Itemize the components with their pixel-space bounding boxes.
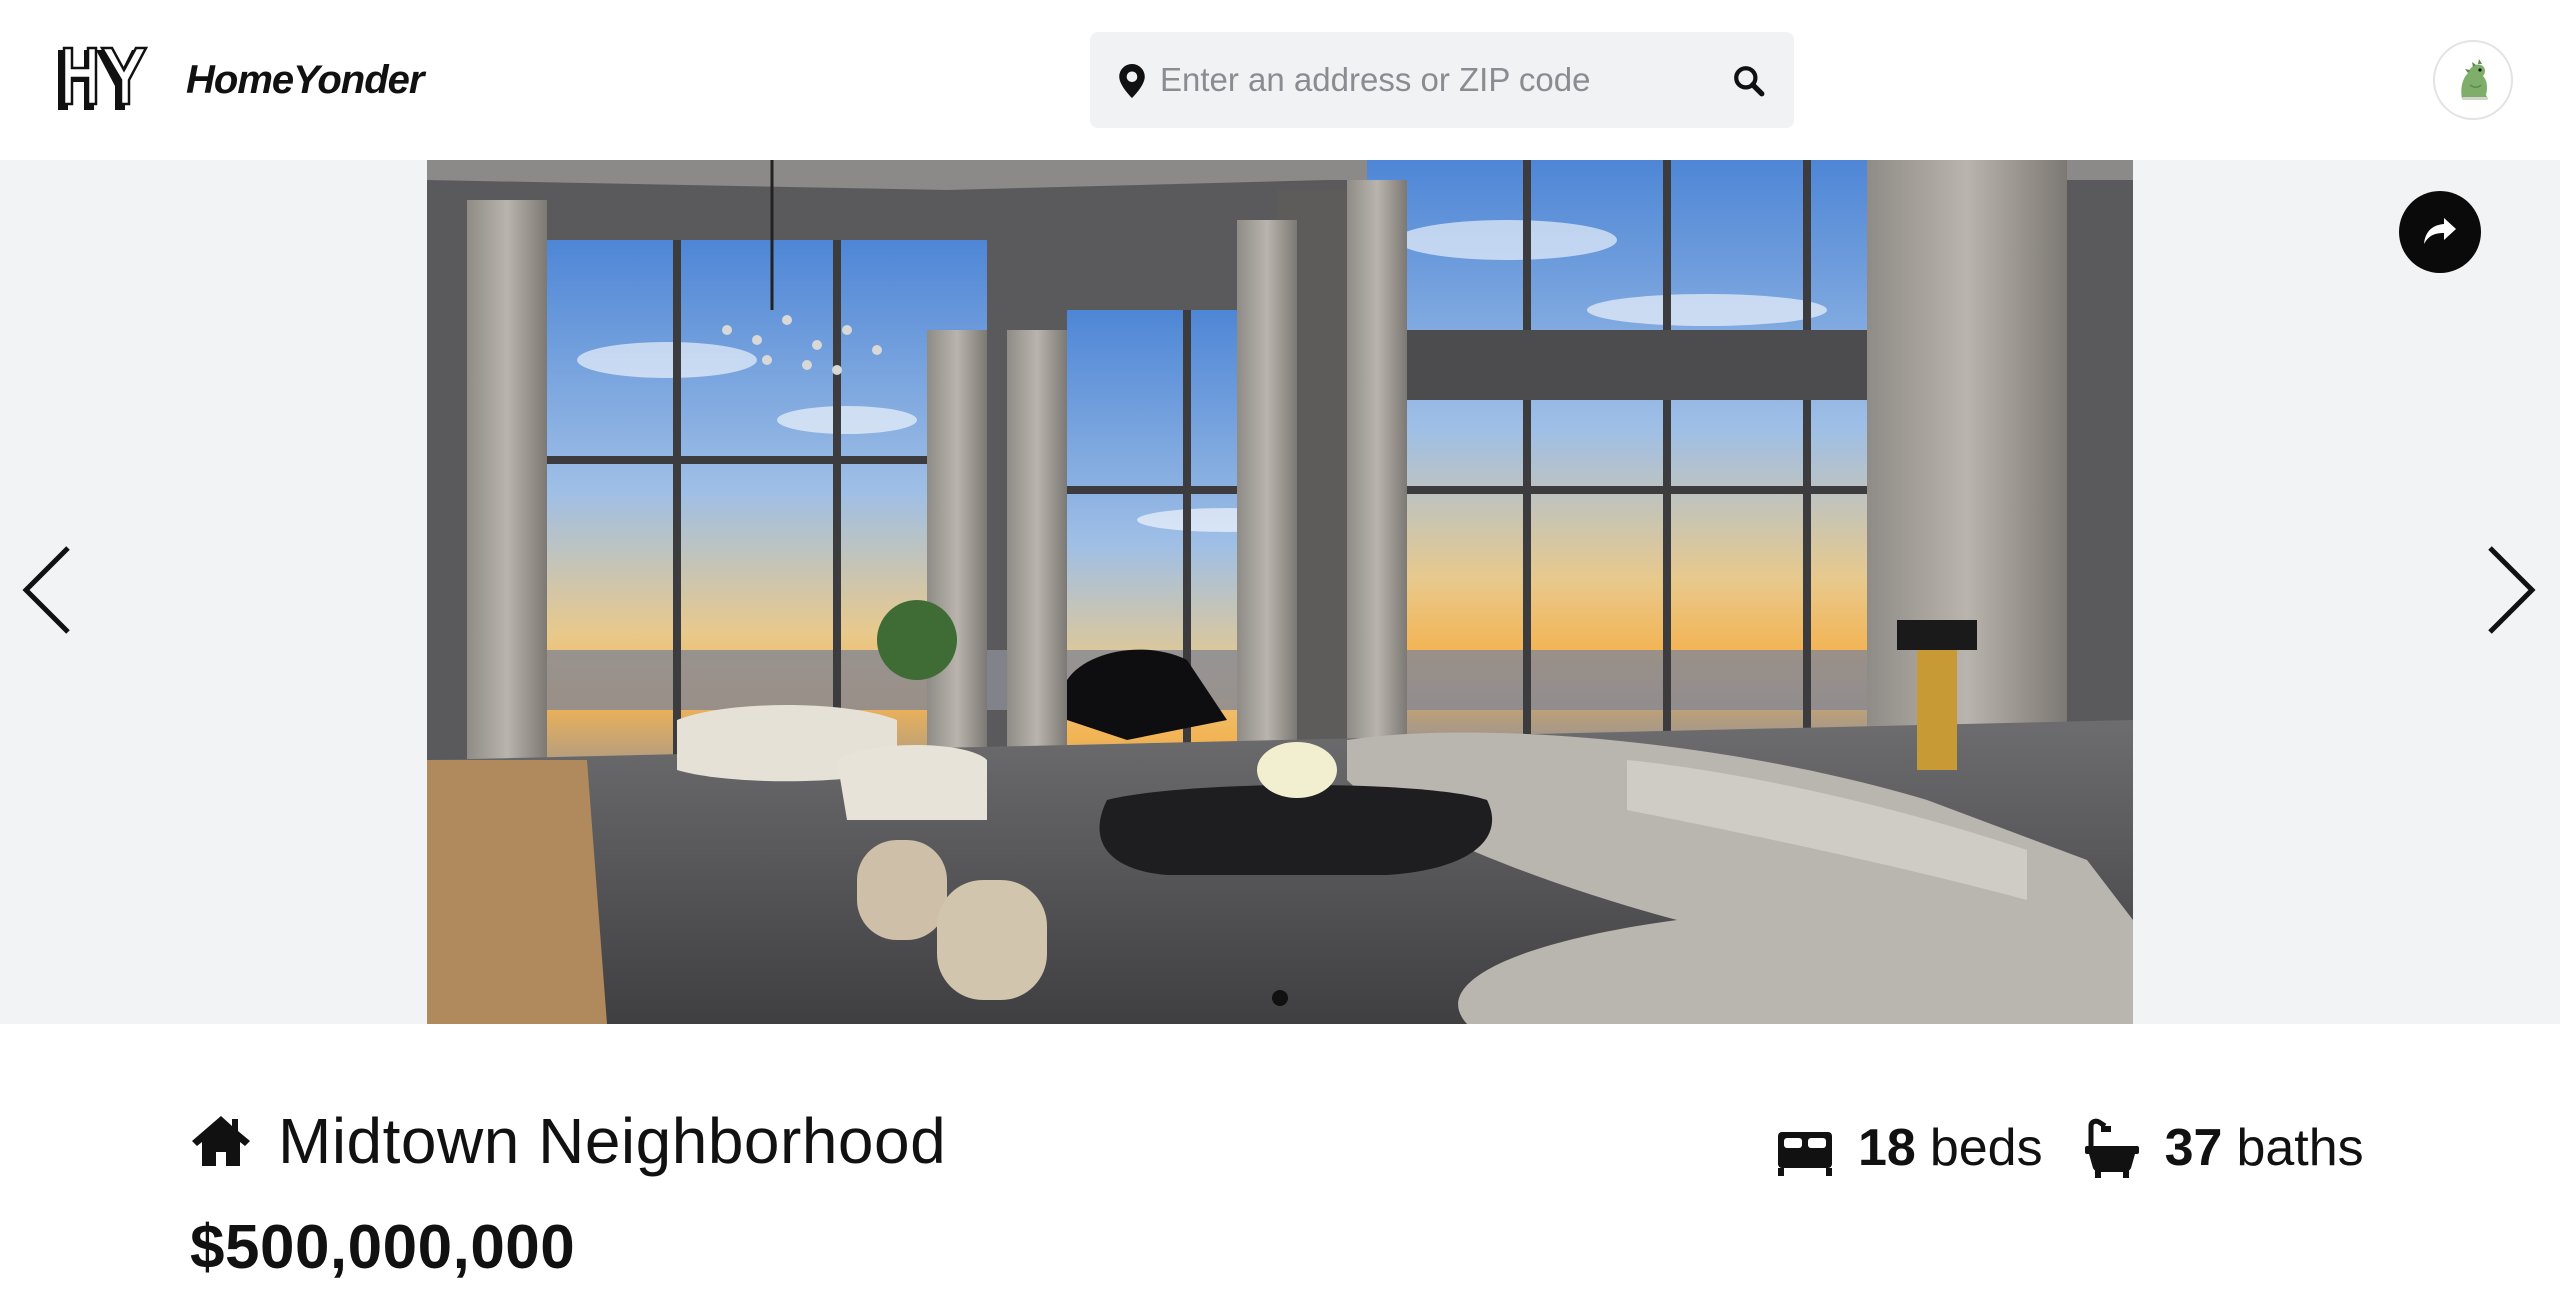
- chevron-left-icon: [22, 546, 70, 634]
- address-search-input[interactable]: [1160, 52, 1720, 108]
- photo-gallery: [0, 160, 2560, 1024]
- listing-photo[interactable]: [427, 160, 2133, 1024]
- listing-title-row: Midtown Neighborhood: [190, 1104, 946, 1178]
- listing-price: $500,000,000: [190, 1213, 576, 1282]
- search-button[interactable]: [1726, 58, 1772, 104]
- penthouse-living-room-image: [427, 160, 2133, 1024]
- logo-text: HomeYonder: [186, 57, 424, 102]
- beds-label: beds: [1929, 1119, 2043, 1177]
- top-navbar: HomeYonder: [0, 0, 2560, 160]
- next-photo-button[interactable]: [2482, 540, 2542, 640]
- baths-count: 37: [2164, 1119, 2223, 1177]
- map-pin-icon: [1119, 64, 1145, 98]
- listing-summary: Midtown Neighborhood $500,000,000 18 bed…: [0, 1024, 2560, 1308]
- gallery-dot-active[interactable]: [1272, 990, 1288, 1006]
- baths-stat: 37 baths: [2083, 1118, 2364, 1178]
- listing-title: Midtown Neighborhood: [278, 1105, 947, 1177]
- user-avatar[interactable]: [2433, 40, 2513, 120]
- address-search-bar: [1090, 32, 1794, 128]
- gallery-pagination: [1272, 990, 1288, 1006]
- baths-label: baths: [2236, 1119, 2364, 1177]
- chevron-right-icon: [2488, 546, 2536, 634]
- hy-logo-mark-icon: [58, 46, 149, 110]
- beds-count: 18: [1858, 1119, 1916, 1177]
- share-button[interactable]: [2399, 191, 2481, 273]
- magnifier-icon: [1734, 66, 1765, 97]
- dinosaur-avatar-icon: [2461, 59, 2488, 100]
- bed-icon: [1778, 1132, 1832, 1176]
- beds-stat: 18 beds: [1776, 1118, 2043, 1178]
- previous-photo-button[interactable]: [16, 540, 76, 640]
- share-arrow-icon: [2424, 218, 2456, 244]
- homeyonder-logo[interactable]: HomeYonder: [50, 46, 424, 114]
- bathtub-icon: [2084, 1118, 2139, 1178]
- listing-stats: 18 beds 37 baths: [1776, 1118, 2364, 1178]
- house-icon: [192, 1116, 250, 1166]
